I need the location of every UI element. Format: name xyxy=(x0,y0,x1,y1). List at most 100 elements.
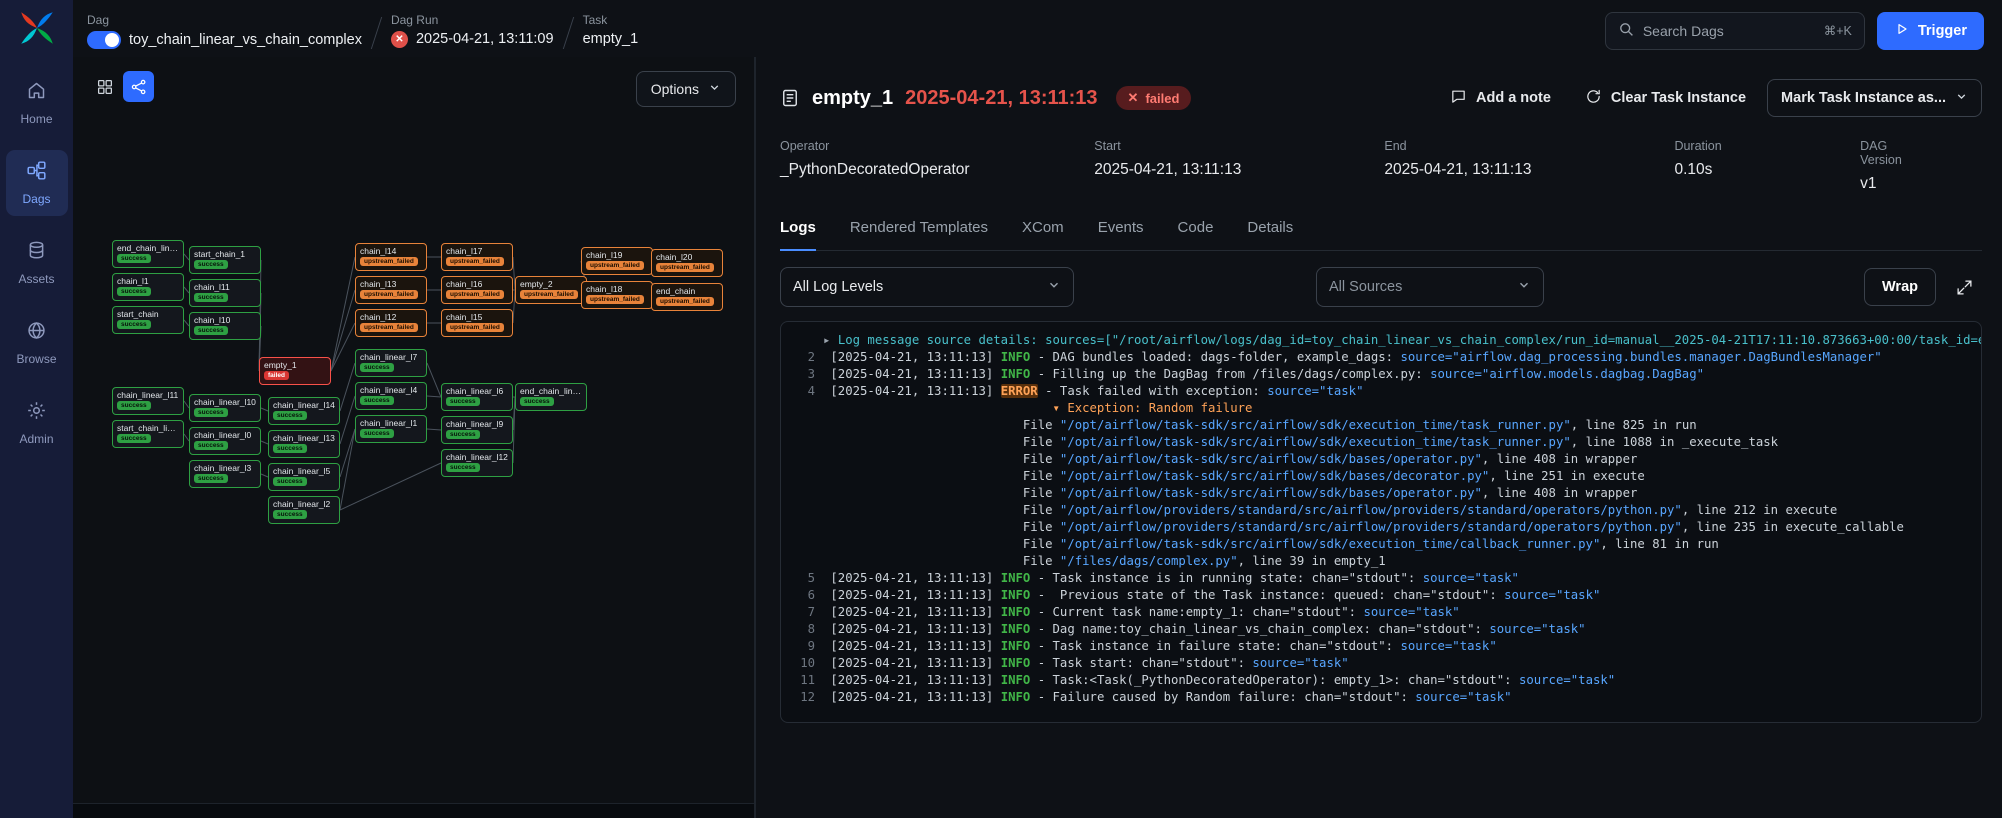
log-sources-select[interactable]: All Sources xyxy=(1316,267,1544,307)
log-line: File "/opt/airflow/task-sdk/src/airflow/… xyxy=(793,451,1969,468)
graph-node-chain_linear_l5[interactable]: chain_linear_l5success xyxy=(268,463,340,491)
graph-node-chain_l15[interactable]: chain_l15upstream_failed xyxy=(441,309,513,337)
play-icon xyxy=(1894,21,1910,41)
graph-node-chain_l16[interactable]: chain_l16upstream_failed xyxy=(441,276,513,304)
task-instance-title: empty_1 xyxy=(812,87,893,110)
graph-node-chain_l12[interactable]: chain_l12upstream_failed xyxy=(355,309,427,337)
sidebar: Home Dags Assets Browse Admin xyxy=(0,0,73,818)
graph-node-empty_2[interactable]: empty_2upstream_failed xyxy=(515,276,587,304)
graph-node-chain_linear_l12[interactable]: chain_linear_l12success xyxy=(441,449,513,477)
log-line: 6 [2025-04-21, 13:11:13] INFO - Previous… xyxy=(793,587,1969,604)
graph-node-chain_linear_l6[interactable]: chain_linear_l6success xyxy=(441,383,513,411)
meta-value: v1 xyxy=(1860,175,1930,193)
tab-logs[interactable]: Logs xyxy=(780,219,816,251)
add-note-label: Add a note xyxy=(1476,90,1551,106)
fullscreen-expand-button[interactable] xyxy=(1946,269,1982,305)
graph-node-chain_linear_l7[interactable]: chain_linear_l7success xyxy=(355,349,427,377)
sidebar-item-home[interactable]: Home xyxy=(6,70,68,136)
trigger-button[interactable]: Trigger xyxy=(1877,12,1984,50)
task-instance-header: empty_1 2025-04-21, 13:11:13 ✕ failed Ad… xyxy=(780,79,1982,117)
graph-options-button[interactable]: Options xyxy=(636,71,736,107)
graph-node-chain_l1[interactable]: chain_l1success xyxy=(112,273,184,301)
graph-node-end_chain[interactable]: end_chainupstream_failed xyxy=(651,283,723,311)
graph-canvas[interactable]: end_chain_linear_1successstart_chain_1su… xyxy=(73,57,756,803)
breadcrumb-dag-run-value[interactable]: 2025-04-21, 13:11:09 xyxy=(416,31,554,47)
sidebar-item-admin[interactable]: Admin xyxy=(6,390,68,456)
meta-value: 2025-04-21, 13:11:13 xyxy=(1094,161,1384,179)
failed-x-icon: ✕ xyxy=(1128,90,1139,106)
graph-node-chain_l17[interactable]: chain_l17upstream_failed xyxy=(441,243,513,271)
graph-node-chain_linear_l0[interactable]: chain_linear_l0success xyxy=(189,427,261,455)
graph-node-chain_linear_l3[interactable]: chain_linear_l3success xyxy=(189,460,261,488)
graph-node-end_chain_linear_1[interactable]: end_chain_linear_1success xyxy=(112,240,184,268)
graph-node-chain_linear_l9[interactable]: chain_linear_l9success xyxy=(441,416,513,444)
graph-node-chain_linear_l2[interactable]: chain_linear_l2success xyxy=(268,496,340,524)
graph-node-chain_l11[interactable]: chain_l11success xyxy=(189,279,261,307)
log-line: 2 [2025-04-21, 13:11:13] INFO - DAG bund… xyxy=(793,349,1969,366)
graph-node-end_chain_linear[interactable]: end_chain_linearsuccess xyxy=(515,383,587,411)
meta-value: 2025-04-21, 13:11:13 xyxy=(1384,161,1674,179)
tab-events[interactable]: Events xyxy=(1098,219,1144,250)
graph-view-button[interactable] xyxy=(123,71,154,102)
log-levels-value: All Log Levels xyxy=(793,279,883,295)
log-line: 11 [2025-04-21, 13:11:13] INFO - Task:<T… xyxy=(793,672,1969,689)
airflow-logo-icon[interactable] xyxy=(19,10,55,46)
mark-task-instance-as-button[interactable]: Mark Task Instance as... xyxy=(1767,79,1982,117)
graph-node-chain_linear_l4[interactable]: chain_linear_l4success xyxy=(355,382,427,410)
log-line: 5 [2025-04-21, 13:11:13] INFO - Task ins… xyxy=(793,570,1969,587)
dag-graph-panel: Options end_chain_linear_1successstart_c… xyxy=(73,57,756,818)
graph-node-chain_linear_l10[interactable]: chain_linear_l10success xyxy=(189,394,261,422)
log-levels-select[interactable]: All Log Levels xyxy=(780,267,1074,307)
graph-node-chain_l10[interactable]: chain_l10success xyxy=(189,312,261,340)
meta-label: Start xyxy=(1094,139,1384,153)
log-line: 4 [2025-04-21, 13:11:13] ERROR - Task fa… xyxy=(793,383,1969,400)
search-icon xyxy=(1618,21,1634,40)
grid-view-button[interactable] xyxy=(89,71,120,102)
sidebar-item-label: Dags xyxy=(22,192,50,206)
graph-node-empty_1[interactable]: empty_1failed xyxy=(259,357,331,385)
sidebar-item-browse[interactable]: Browse xyxy=(6,310,68,376)
graph-node-chain_l19[interactable]: chain_l19upstream_failed xyxy=(581,247,653,275)
graph-node-start_chain_linear[interactable]: start_chain_linearsuccess xyxy=(112,420,184,448)
meta-operator: Operator _PythonDecoratedOperator xyxy=(780,139,1094,193)
graph-node-start_chain_1[interactable]: start_chain_1success xyxy=(189,246,261,274)
tab-code[interactable]: Code xyxy=(1178,219,1214,250)
dag-run-failed-icon: ✕ xyxy=(391,31,408,48)
graph-node-chain_linear_l14[interactable]: chain_linear_l14success xyxy=(268,397,340,425)
sidebar-item-assets[interactable]: Assets xyxy=(6,230,68,296)
log-line[interactable]: ▸ Log message source details: sources=["… xyxy=(793,332,1969,349)
meta-dag-version: DAG Version v1 xyxy=(1860,139,1982,193)
log-line: 7 [2025-04-21, 13:11:13] INFO - Current … xyxy=(793,604,1969,621)
search-dags-input[interactable]: Search Dags ⌘+K xyxy=(1605,12,1865,50)
log-viewer[interactable]: ▸ Log message source details: sources=["… xyxy=(780,321,1982,723)
task-instance-panel: empty_1 2025-04-21, 13:11:13 ✕ failed Ad… xyxy=(756,57,2002,818)
dag-pause-toggle[interactable] xyxy=(87,31,121,49)
tab-rendered-templates[interactable]: Rendered Templates xyxy=(850,219,988,250)
graph-node-chain_linear_l1[interactable]: chain_linear_l1success xyxy=(355,415,427,443)
wrap-button[interactable]: Wrap xyxy=(1864,268,1936,306)
add-note-button[interactable]: Add a note xyxy=(1437,79,1564,117)
log-line: File "/opt/airflow/task-sdk/src/airflow/… xyxy=(793,417,1969,434)
meta-label: DAG Version xyxy=(1860,139,1930,167)
breadcrumb-dag: Dag toy_chain_linear_vs_chain_complex xyxy=(87,13,362,49)
graph-node-start_chain[interactable]: start_chainsuccess xyxy=(112,306,184,334)
graph-node-chain_l18[interactable]: chain_l18upstream_failed xyxy=(581,281,653,309)
graph-node-chain_l14[interactable]: chain_l14upstream_failed xyxy=(355,243,427,271)
clear-task-instance-button[interactable]: Clear Task Instance xyxy=(1572,79,1759,117)
graph-node-chain_linear_l11[interactable]: chain_linear_l11success xyxy=(112,387,184,415)
breadcrumb-dag-value[interactable]: toy_chain_linear_vs_chain_complex xyxy=(129,32,362,48)
graph-node-chain_linear_l13[interactable]: chain_linear_l13success xyxy=(268,430,340,458)
sidebar-item-dags[interactable]: Dags xyxy=(6,150,68,216)
task-instance-timestamp: 2025-04-21, 13:11:13 xyxy=(905,87,1097,110)
graph-node-chain_l20[interactable]: chain_l20upstream_failed xyxy=(651,249,723,277)
graph-node-chain_l13[interactable]: chain_l13upstream_failed xyxy=(355,276,427,304)
sidebar-item-label: Assets xyxy=(18,272,54,286)
sidebar-item-label: Admin xyxy=(19,432,53,446)
meta-value: _PythonDecoratedOperator xyxy=(780,161,1094,179)
log-line: 10 [2025-04-21, 13:11:13] INFO - Task st… xyxy=(793,655,1969,672)
tab-details[interactable]: Details xyxy=(1247,219,1293,250)
log-line: File "/opt/airflow/task-sdk/src/airflow/… xyxy=(793,468,1969,485)
tab-xcom[interactable]: XCom xyxy=(1022,219,1064,250)
search-placeholder: Search Dags xyxy=(1643,23,1724,39)
breadcrumb-task-value[interactable]: empty_1 xyxy=(583,31,639,47)
